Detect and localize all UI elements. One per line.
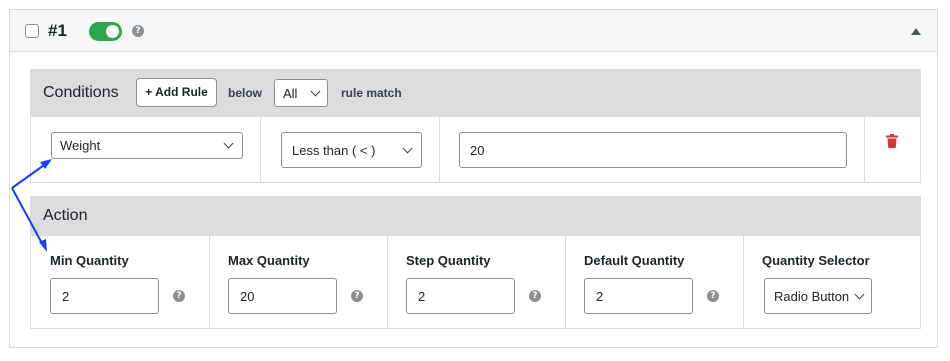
- rule-match-select[interactable]: All: [274, 79, 328, 107]
- help-icon[interactable]: ?: [132, 25, 144, 37]
- collapse-arrow-icon[interactable]: [911, 28, 921, 35]
- condition-value-input[interactable]: 20: [459, 132, 847, 168]
- action-bar: Action: [30, 196, 921, 236]
- rule-panel: #1 ? Conditions + Add Rule below All rul…: [9, 9, 938, 348]
- rule-number: #1: [48, 21, 67, 40]
- divider: [864, 117, 865, 182]
- below-label: below: [228, 86, 263, 100]
- divider: [565, 236, 566, 328]
- help-icon[interactable]: ?: [351, 290, 363, 302]
- quantity-selector-value: Radio Button: [774, 289, 850, 304]
- quantity-selector-label: Quantity Selector: [762, 253, 870, 268]
- rule-enabled-toggle[interactable]: [89, 22, 122, 41]
- rule-match-label: rule match: [341, 86, 402, 100]
- condition-field-value: Weight: [60, 138, 101, 153]
- max-quantity-input[interactable]: 20: [228, 278, 337, 314]
- action-title: Action: [43, 207, 88, 224]
- divider: [439, 117, 440, 182]
- condition-field-select[interactable]: Weight: [51, 132, 243, 159]
- divider: [209, 236, 210, 328]
- chevron-down-icon: [223, 138, 234, 149]
- rule-checkbox[interactable]: [25, 24, 39, 38]
- conditions-bar: Conditions + Add Rule below All rule mat…: [30, 69, 921, 117]
- max-quantity-label: Max Quantity: [228, 253, 310, 268]
- divider: [387, 236, 388, 328]
- max-quantity-value: 20: [240, 289, 255, 304]
- help-icon[interactable]: ?: [707, 290, 719, 302]
- action-row: Min Quantity 2 ? Max Quantity 20 ? Step …: [30, 236, 921, 329]
- chevron-down-icon: [310, 86, 321, 97]
- chevron-down-icon: [854, 289, 865, 300]
- help-icon[interactable]: ?: [529, 290, 541, 302]
- quantity-selector-select[interactable]: Radio Button: [764, 278, 872, 314]
- default-quantity-input[interactable]: 2: [584, 278, 693, 314]
- min-quantity-input[interactable]: 2: [50, 278, 159, 314]
- chevron-down-icon: [402, 143, 413, 154]
- trash-icon[interactable]: [886, 134, 898, 148]
- condition-row: Weight Less than ( < ) 20: [30, 117, 921, 183]
- rule-match-value: All: [283, 86, 298, 101]
- divider: [743, 236, 744, 328]
- step-quantity-value: 2: [418, 289, 426, 304]
- default-quantity-label: Default Quantity: [584, 253, 685, 268]
- rule-header: #1 ?: [10, 10, 937, 52]
- condition-value: 20: [470, 143, 485, 158]
- help-icon[interactable]: ?: [173, 290, 185, 302]
- step-quantity-input[interactable]: 2: [406, 278, 515, 314]
- toggle-knob: [106, 25, 119, 38]
- condition-operator-value: Less than ( < ): [292, 143, 376, 158]
- min-quantity-label: Min Quantity: [50, 253, 129, 268]
- default-quantity-value: 2: [596, 289, 604, 304]
- conditions-title: Conditions: [43, 84, 119, 101]
- divider: [260, 117, 261, 182]
- step-quantity-label: Step Quantity: [406, 253, 491, 268]
- add-rule-button[interactable]: + Add Rule: [136, 78, 217, 107]
- min-quantity-value: 2: [62, 289, 70, 304]
- condition-operator-select[interactable]: Less than ( < ): [281, 132, 422, 168]
